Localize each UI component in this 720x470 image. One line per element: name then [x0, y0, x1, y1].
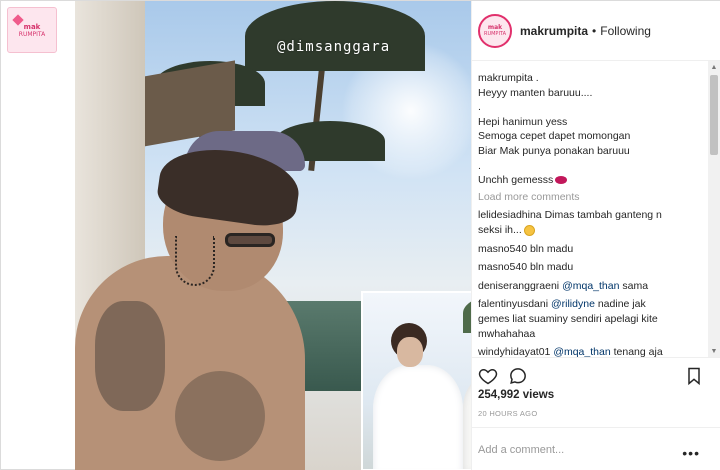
add-comment-input[interactable]: Add a comment...	[478, 444, 564, 456]
mention-link[interactable]: @mqa_than	[562, 280, 619, 292]
comment-text: bln madu	[529, 261, 574, 274]
post-side-panel: mak RUMPITA makrumpita • Following makru…	[471, 1, 720, 470]
view-count: 254,992 views	[478, 389, 555, 401]
avatar[interactable]: mak RUMPITA	[478, 13, 512, 48]
caption-line: Semoga cepet dapet momongan	[478, 130, 631, 143]
palm-leaves	[245, 1, 425, 71]
comment: lelidesiadhina Dimas tambah ganteng n se…	[478, 208, 701, 237]
bride-face	[397, 337, 423, 367]
comment-text: seksi ih...	[478, 223, 522, 236]
groom-suit	[463, 373, 471, 469]
more-options-icon[interactable]: •••	[682, 445, 700, 461]
comments-list[interactable]: makrumpita . Heyyy manten baruuu.... . H…	[472, 61, 707, 357]
scroll-up-icon[interactable]: ▲	[708, 61, 720, 73]
load-more-comments-link[interactable]: Load more comments	[478, 190, 701, 205]
comment-user[interactable]: deniseranggraeni	[478, 280, 559, 292]
comment-text: tenang aja	[613, 346, 663, 357]
mention-link[interactable]: @rilidyne	[551, 298, 595, 310]
add-comment-bar: Add a comment... •••	[472, 427, 720, 470]
comment: windyhidayat01 @mqa_than tenang aja	[478, 345, 701, 357]
mention-link[interactable]: @mqa_than	[553, 346, 610, 357]
heart-icon[interactable]	[478, 366, 498, 386]
comment: masno540 bln madu	[478, 260, 701, 275]
caption-line: .	[478, 159, 481, 172]
comment-text: sama	[622, 279, 649, 292]
palm-leaves	[463, 293, 471, 333]
comment: deniseranggraeni @mqa_than sama	[478, 279, 701, 294]
story-tag: @dimsanggara	[277, 39, 391, 55]
necklace	[175, 236, 215, 286]
following-button[interactable]: Following	[600, 24, 651, 38]
caption-user[interactable]: makrumpita .	[478, 71, 701, 86]
instagram-post-frame: mak RUMPITA @dimsanggara mak RUMPITA mak…	[0, 0, 720, 470]
avatar-line2: RUMPITA	[483, 31, 507, 37]
inset-wedding-photo	[361, 291, 471, 470]
caption-line: Biar Mak punya ponakan baruuu	[478, 144, 630, 157]
comment-user[interactable]: falentinyusdani	[478, 298, 548, 310]
caption-line: Unchh gemesss	[478, 173, 701, 188]
caption-line: Heyyy manten baruuu....	[478, 86, 593, 99]
caption-line: .	[478, 101, 481, 114]
comment-text: gemes liat suaminy sendiri apelagi kite	[478, 312, 658, 325]
comment-icon[interactable]	[508, 366, 528, 386]
watermark-line2: RUMPITA	[18, 30, 46, 38]
caption-line: Hepi hanimun yess	[478, 115, 568, 128]
comment-text: Dimas tambah ganteng n	[544, 209, 662, 222]
heart-icon	[12, 14, 24, 26]
separator-dot: •	[592, 23, 597, 38]
tattoo	[175, 371, 265, 461]
scrollbar-thumb[interactable]	[710, 75, 718, 155]
comment-text: bln madu	[529, 242, 574, 255]
comment: masno540 bln madu	[478, 242, 701, 257]
sunglasses	[225, 233, 275, 247]
comment-user[interactable]: masno540	[478, 243, 527, 255]
action-bar	[472, 357, 720, 391]
comment-user[interactable]: masno540	[478, 261, 527, 273]
comment-user[interactable]: lelidesiadhina	[478, 209, 542, 221]
username-link[interactable]: makrumpita	[520, 24, 588, 38]
comment-text: mwhahahaa	[478, 327, 536, 340]
post-photo[interactable]: @dimsanggara	[75, 1, 471, 470]
comment: falentinyusdani @rilidyne nadine jak gem…	[478, 297, 701, 341]
watermark-logo: mak RUMPITA	[7, 7, 57, 53]
lips-emoji-icon	[555, 176, 568, 185]
watermark-line1: mak	[23, 22, 41, 31]
post-header: mak RUMPITA makrumpita • Following	[472, 1, 720, 61]
comment-user[interactable]: windyhidayat01	[478, 346, 550, 357]
comment-text: nadine jak	[597, 298, 646, 311]
bride-dress	[373, 365, 463, 469]
smile-emoji-icon	[523, 224, 535, 236]
post-timestamp[interactable]: 20 HOURS AGO	[478, 409, 537, 418]
comments-scrollbar[interactable]: ▲ ▼	[708, 61, 720, 357]
avatar-line1: mak	[487, 24, 503, 31]
tattoo	[95, 301, 165, 411]
bookmark-icon[interactable]	[684, 366, 704, 386]
scroll-down-icon[interactable]: ▼	[708, 345, 720, 357]
